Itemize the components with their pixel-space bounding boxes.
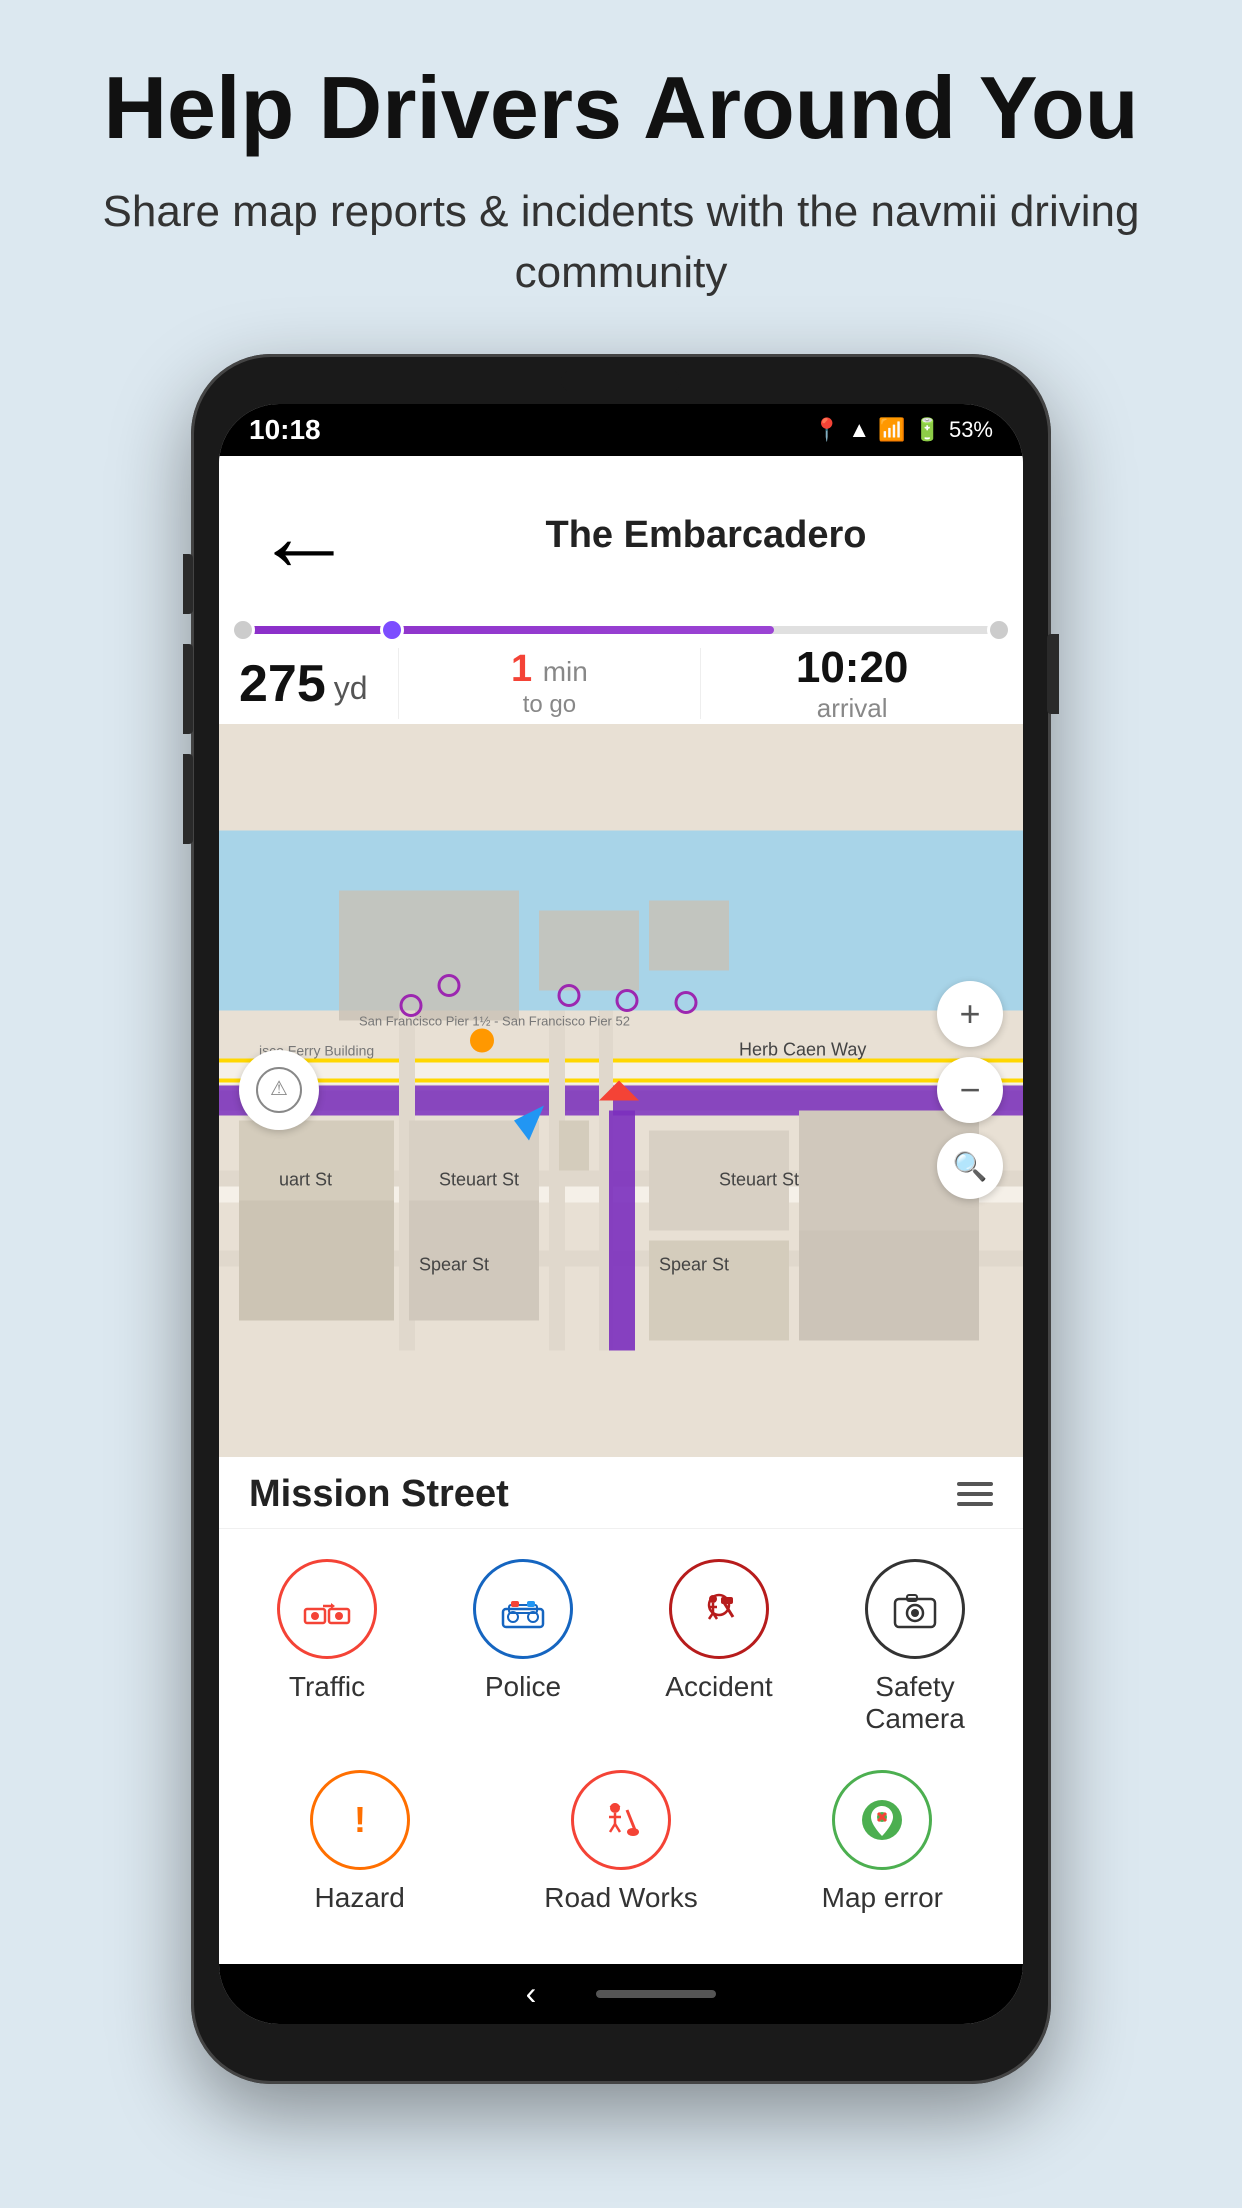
turn-left-icon: ← — [254, 486, 354, 586]
home-indicator: ‹ — [219, 1964, 1023, 2024]
route-progress — [219, 616, 1023, 644]
nav-distance: 275 — [239, 654, 326, 714]
map-area[interactable]: Herb Caen Way Steuart St Steuart St uart… — [219, 724, 1023, 1457]
map-error-icon — [854, 1792, 910, 1848]
road-works-icon — [593, 1792, 649, 1848]
wifi-icon: ▲ — [848, 417, 870, 443]
safety-camera-label: Safety Camera — [822, 1671, 1008, 1735]
police-icon-circle — [473, 1559, 573, 1659]
police-label: Police — [485, 1671, 561, 1703]
police-icon — [495, 1581, 551, 1637]
hazard-report-item[interactable]: ! Hazard — [229, 1760, 490, 1924]
main-title: Help Drivers Around You — [80, 60, 1162, 157]
svg-text:⚠: ⚠ — [270, 1078, 288, 1100]
nav-info-bar: 275 yd 1 min to go 10:20 arrival — [219, 644, 1023, 724]
report-icons-row2: ! Hazard — [219, 1755, 1023, 1944]
back-button[interactable]: ‹ — [526, 1975, 537, 2012]
svg-text:uart St: uart St — [279, 1169, 332, 1189]
road-works-report-item[interactable]: Road Works — [490, 1760, 751, 1924]
accident-icon-circle — [669, 1559, 769, 1659]
svg-text:San Francisco Pier 1½ - San Fr: San Francisco Pier 1½ - San Francisco Pi… — [359, 1013, 630, 1028]
map-error-report-item[interactable]: Map error — [752, 1760, 1013, 1924]
bottom-street-name: Mission Street — [249, 1473, 509, 1516]
location-icon: 📍 — [813, 417, 840, 443]
nav-arrival-time: 10:20 — [796, 643, 909, 693]
road-works-label: Road Works — [544, 1882, 698, 1914]
hamburger-line-2 — [957, 1492, 993, 1496]
hazard-icon: ! — [332, 1792, 388, 1848]
svg-text:Herb Caen Way: Herb Caen Way — [739, 1039, 866, 1059]
status-bar: 10:18 📍 ▲ 📶 🔋 53% — [219, 404, 1023, 456]
bottom-panel: Mission Street — [219, 1457, 1023, 1964]
safety-camera-icon-circle — [865, 1559, 965, 1659]
nav-arrival-label: arrival — [817, 693, 888, 724]
status-time: 10:18 — [249, 414, 321, 446]
progress-dot-current — [380, 618, 404, 642]
progress-fill — [239, 626, 774, 634]
turn-arrow-section: ← — [219, 456, 389, 616]
map-error-label: Map error — [822, 1882, 943, 1914]
home-bar[interactable] — [596, 1990, 716, 1998]
map-controls: + − 🔍 — [937, 981, 1003, 1199]
report-button[interactable]: ⚠ — [239, 1050, 319, 1130]
map-error-icon-circle — [832, 1770, 932, 1870]
report-icons-row1: Traffic Po — [219, 1529, 1023, 1755]
progress-dot-end — [987, 618, 1011, 642]
report-icon: ⚠ — [254, 1065, 304, 1115]
nav-street-name: The Embarcadero — [546, 514, 867, 557]
svg-text:Steuart St: Steuart St — [439, 1169, 519, 1189]
zoom-in-button[interactable]: + — [937, 981, 1003, 1047]
hamburger-menu-button[interactable] — [957, 1482, 993, 1506]
police-report-item[interactable]: Police — [425, 1549, 621, 1745]
battery-percent: 53% — [949, 417, 993, 443]
hazard-label: Hazard — [315, 1882, 405, 1914]
road-works-icon-circle — [571, 1770, 671, 1870]
mute-button — [183, 554, 193, 614]
search-map-button[interactable]: 🔍 — [937, 1133, 1003, 1199]
svg-text:Steuart St: Steuart St — [719, 1169, 799, 1189]
map-svg: Herb Caen Way Steuart St Steuart St uart… — [219, 724, 1023, 1457]
traffic-icon — [299, 1581, 355, 1637]
bottom-header: Mission Street — [219, 1457, 1023, 1529]
signal-icon: 📶 — [878, 417, 905, 443]
header-section: Help Drivers Around You Share map report… — [0, 0, 1242, 344]
svg-text:Spear St: Spear St — [659, 1254, 729, 1274]
hamburger-line-3 — [957, 1502, 993, 1506]
battery-icon: 🔋 — [914, 417, 941, 443]
hazard-icon-circle: ! — [310, 1770, 410, 1870]
hamburger-line-1 — [957, 1482, 993, 1486]
progress-dot-start — [231, 618, 255, 642]
volume-up-button — [183, 644, 193, 734]
sub-title: Share map reports & incidents with the n… — [80, 181, 1162, 304]
svg-text:Spear St: Spear St — [419, 1254, 489, 1274]
nav-time-to-go: 1 min — [511, 648, 588, 691]
power-button — [1047, 634, 1059, 714]
phone-wrapper: 10:18 📍 ▲ 📶 🔋 53% ← The Embarcadero — [191, 354, 1051, 2084]
safety-camera-report-item[interactable]: Safety Camera — [817, 1549, 1013, 1745]
traffic-report-item[interactable]: Traffic — [229, 1549, 425, 1745]
nav-unit: yd — [334, 670, 368, 707]
nav-to-go-label: to go — [523, 691, 576, 719]
traffic-icon-circle — [277, 1559, 377, 1659]
safety-camera-icon — [887, 1581, 943, 1637]
accident-label: Accident — [665, 1671, 772, 1703]
accident-report-item[interactable]: Accident — [621, 1549, 817, 1745]
camera-notch — [561, 370, 681, 392]
nav-time-to-go-section: 1 min to go — [398, 648, 702, 719]
nav-street-section: The Embarcadero — [389, 456, 1023, 616]
progress-track — [239, 626, 1003, 634]
traffic-label: Traffic — [289, 1671, 365, 1703]
accident-icon — [691, 1581, 747, 1637]
nav-arrival-section: 10:20 arrival — [701, 643, 1003, 724]
svg-text:!: ! — [354, 1799, 366, 1840]
nav-header: ← The Embarcadero — [219, 456, 1023, 616]
volume-down-button — [183, 754, 193, 844]
phone-screen: 10:18 📍 ▲ 📶 🔋 53% ← The Embarcadero — [219, 404, 1023, 2024]
zoom-out-button[interactable]: − — [937, 1057, 1003, 1123]
status-icons: 📍 ▲ 📶 🔋 53% — [813, 417, 993, 443]
